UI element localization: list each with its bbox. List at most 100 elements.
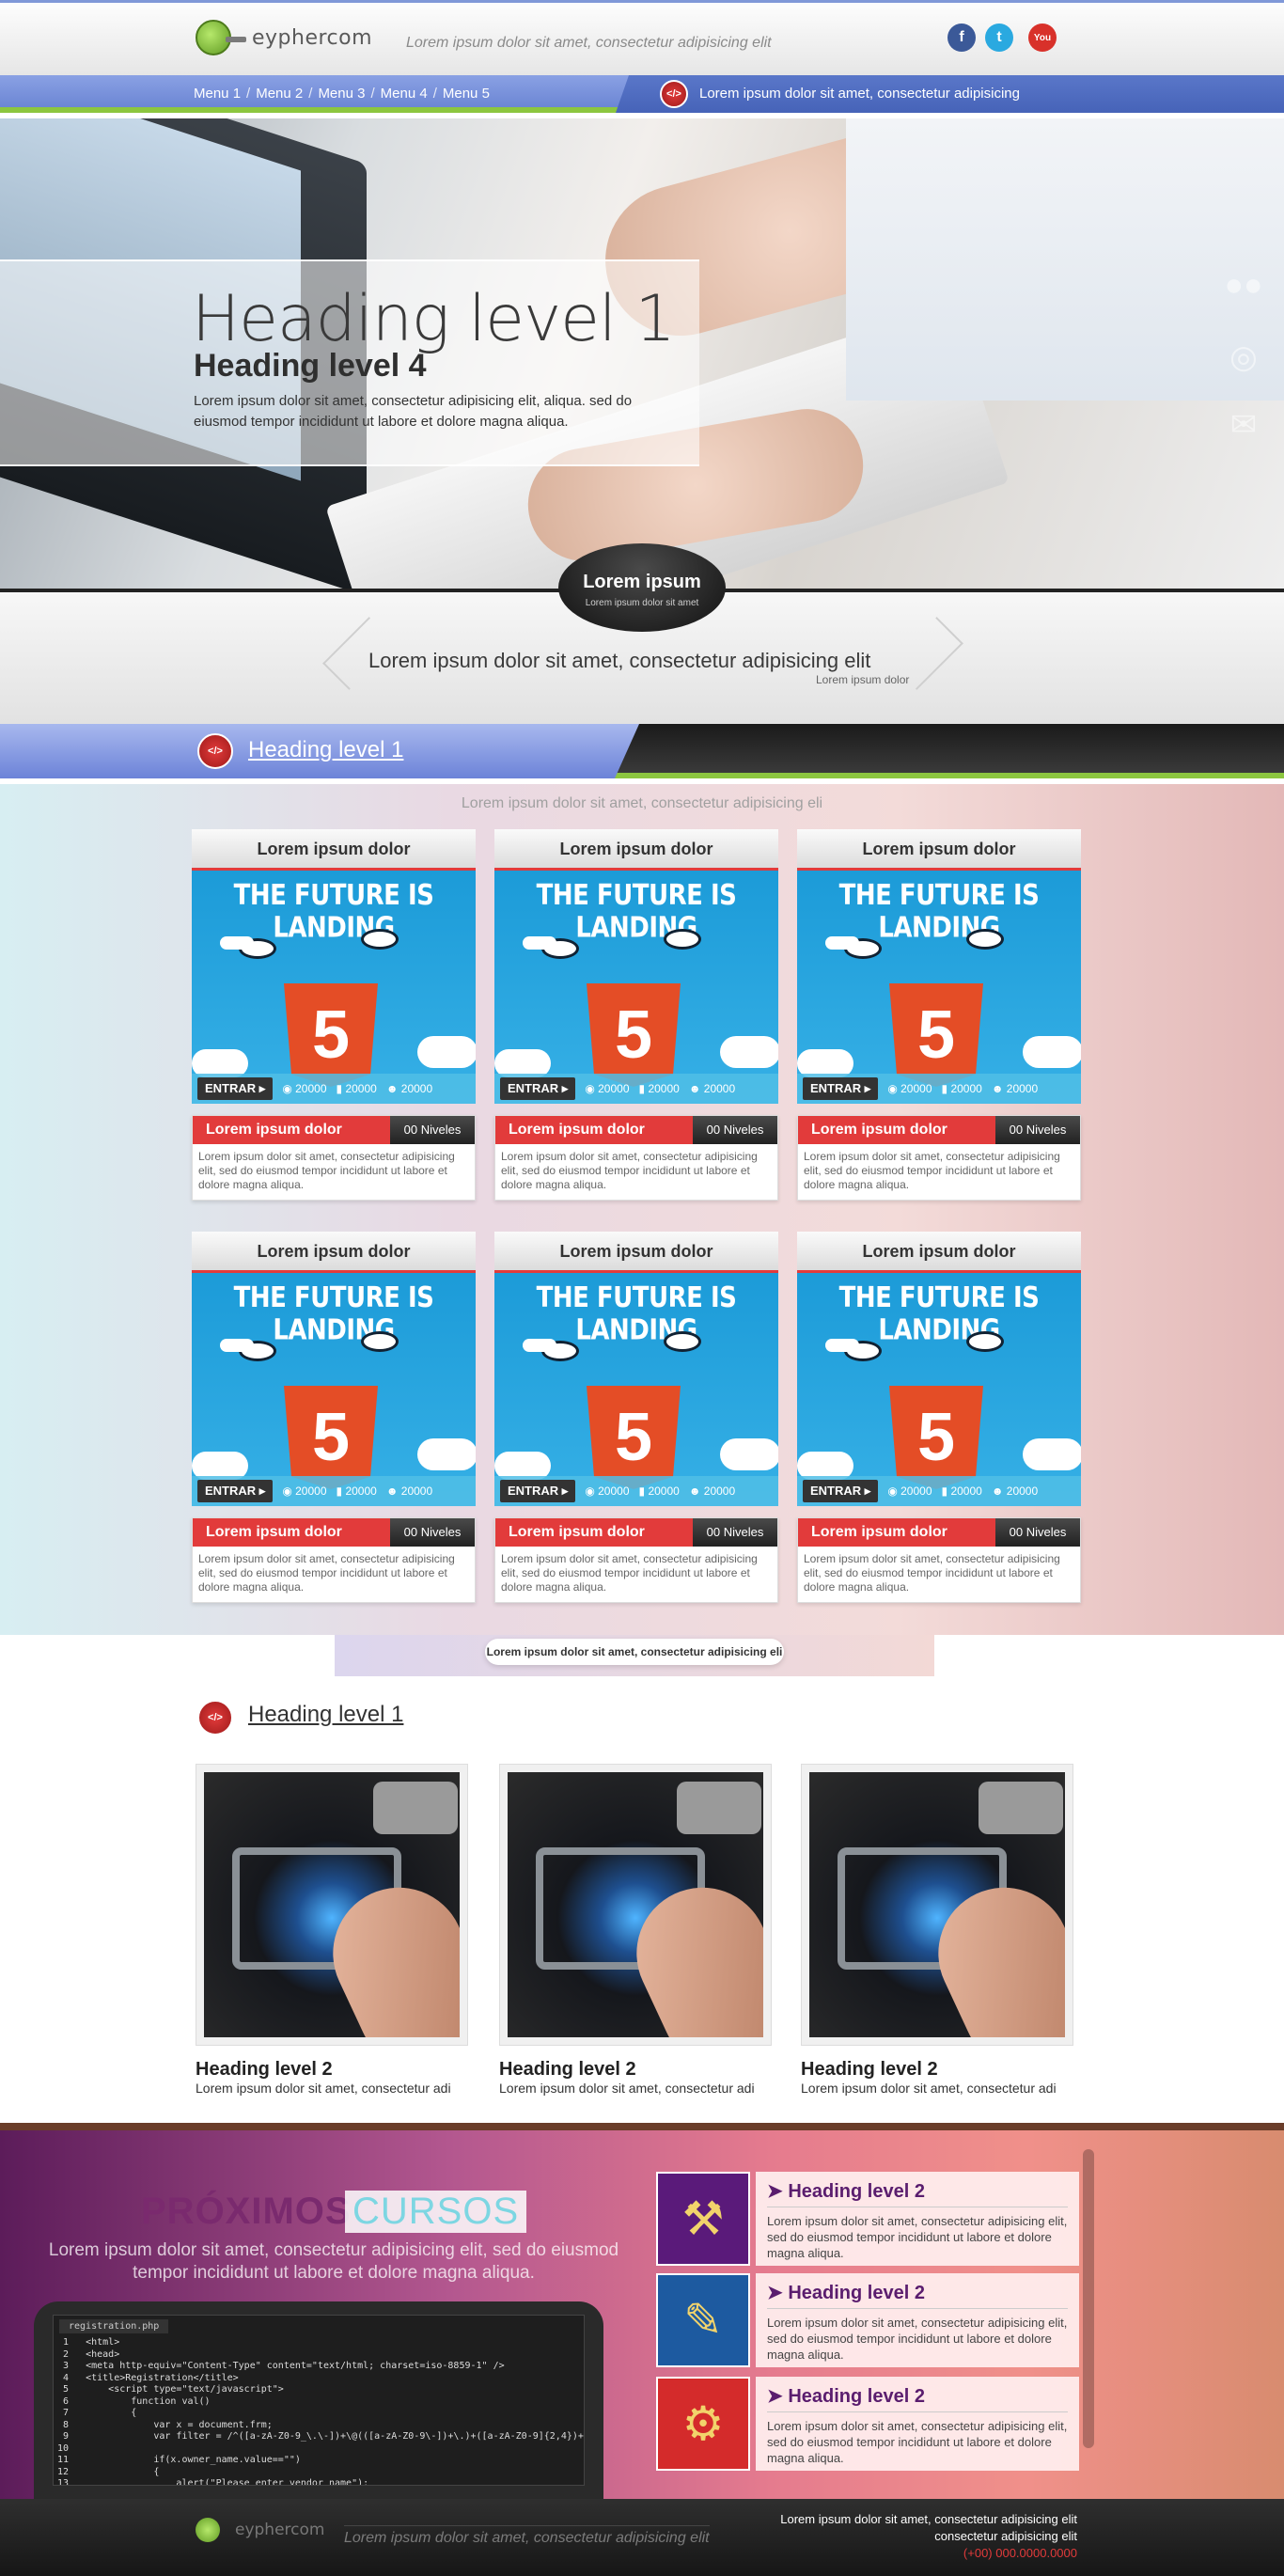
views-count: ◉ 20000 — [282, 1484, 327, 1498]
course-item[interactable]: ⚒ ➤ Heading level 2 Lorem ipsum dolor si… — [656, 2172, 1079, 2266]
cloud-icon — [825, 936, 859, 950]
helicopter-icon — [966, 929, 1004, 950]
editor-tab[interactable]: registration.php — [59, 2319, 169, 2333]
course-card: Lorem ipsum dolor THE FUTURE IS LANDING … — [797, 829, 1081, 1201]
card-image[interactable]: THE FUTURE IS LANDING 5 ENTRAR ▸ ◉ 20000… — [494, 871, 778, 1104]
main-nav: Menu 1 / Menu 2 / Menu 3 / Menu 4 / Menu… — [0, 75, 1284, 113]
course-card: Lorem ipsum dolor THE FUTURE IS LANDING … — [494, 1232, 778, 1603]
card-banner: THE FUTURE IS LANDING — [536, 879, 737, 945]
section1-title[interactable]: Heading level 1 — [248, 737, 403, 763]
helicopter-icon — [966, 1331, 1004, 1352]
course-item[interactable]: ⚙ ➤ Heading level 2 Lorem ipsum dolor si… — [656, 2377, 1079, 2471]
card-stats-bar: ENTRAR ▸ ◉ 20000 ▮ 20000 ☻ 20000 — [494, 1074, 778, 1104]
cloud-icon — [523, 1339, 556, 1352]
card-image[interactable]: THE FUTURE IS LANDING 5 ENTRAR ▸ ◉ 20000… — [192, 1273, 476, 1506]
key-icon — [196, 20, 246, 55]
card-image[interactable]: THE FUTURE IS LANDING 5 ENTRAR ▸ ◉ 20000… — [192, 871, 476, 1104]
card-stats-bar: ENTRAR ▸ ◉ 20000 ▮ 20000 ☻ 20000 — [797, 1074, 1081, 1104]
levels-badge: 00 Niveles — [693, 1116, 777, 1144]
card-info-title[interactable]: Lorem ipsum dolor — [798, 1518, 995, 1547]
card-info-title[interactable]: Lorem ipsum dolor — [193, 1518, 390, 1547]
courses-scrollbar[interactable] — [1083, 2149, 1094, 2448]
key-icon — [196, 2518, 220, 2542]
site-header: eyphercom Lorem ipsum dolor sit amet, co… — [0, 0, 1284, 75]
feature-item: Heading level 2 Lorem ipsum dolor sit am… — [499, 1764, 772, 2096]
users-icon[interactable]: ●● — [1222, 267, 1265, 305]
card-banner: THE FUTURE IS LANDING — [233, 1281, 434, 1347]
card-title[interactable]: Lorem ipsum dolor — [494, 1232, 778, 1273]
cloud-icon — [1023, 1036, 1081, 1068]
enter-button[interactable]: ENTRAR ▸ — [803, 1077, 879, 1100]
enter-button[interactable]: ENTRAR ▸ — [197, 1077, 274, 1100]
card-title[interactable]: Lorem ipsum dolor — [797, 829, 1081, 871]
footer-phone[interactable]: (+00) 000.0000.0000 — [963, 2546, 1077, 2560]
card-title[interactable]: Lorem ipsum dolor — [192, 829, 476, 871]
views-count: ◉ 20000 — [282, 1082, 327, 1095]
card-info-title[interactable]: Lorem ipsum dolor — [495, 1116, 693, 1144]
course-card: Lorem ipsum dolor THE FUTURE IS LANDING … — [797, 1232, 1081, 1603]
card-info-text: Lorem ipsum dolor sit amet, consectetur … — [501, 1150, 758, 1191]
menu-item-3[interactable]: Menu 3 — [318, 86, 365, 102]
menu-item-1[interactable]: Menu 1 — [194, 86, 241, 102]
course-card: Lorem ipsum dolor THE FUTURE IS LANDING … — [192, 829, 476, 1201]
editor-code: 1 <html> 2 <head> 3 <meta http-equiv="Co… — [57, 2337, 585, 2486]
twitter-icon[interactable]: t — [985, 24, 1013, 52]
enter-button[interactable]: ENTRAR ▸ — [197, 1480, 274, 1502]
feature-heading[interactable]: Heading level 2 — [801, 2059, 1073, 2081]
cloud-icon — [825, 1339, 859, 1352]
cloud-icon — [720, 1438, 778, 1470]
card-title[interactable]: Lorem ipsum dolor — [192, 1232, 476, 1273]
wifi-icon[interactable]: ◎ — [1222, 338, 1265, 376]
card-info-title[interactable]: Lorem ipsum dolor — [798, 1116, 995, 1144]
menu-item-2[interactable]: Menu 2 — [256, 86, 303, 102]
levels-badge: 00 Niveles — [693, 1518, 777, 1547]
feature-item: Heading level 2 Lorem ipsum dolor sit am… — [196, 1764, 468, 2096]
mail-icon[interactable]: ✉ — [1222, 406, 1265, 444]
course-item[interactable]: ✎ ➤ Heading level 2 Lorem ipsum dolor si… — [656, 2273, 1079, 2367]
enter-button[interactable]: ENTRAR ▸ — [500, 1077, 576, 1100]
section2-title[interactable]: Heading level 1 — [248, 1702, 403, 1728]
enter-button[interactable]: ENTRAR ▸ — [803, 1480, 879, 1502]
course-heading[interactable]: ➤ Heading level 2 — [767, 2281, 1068, 2309]
course-heading[interactable]: ➤ Heading level 2 — [767, 2384, 1068, 2412]
card-title[interactable]: Lorem ipsum dolor — [797, 1232, 1081, 1273]
laptop-editor: registration.php 1 <html> 2 <head> 3 <me… — [34, 2301, 603, 2499]
card-title[interactable]: Lorem ipsum dolor — [494, 829, 778, 871]
card-info-text: Lorem ipsum dolor sit amet, consectetur … — [198, 1552, 455, 1594]
card-info-title[interactable]: Lorem ipsum dolor — [193, 1116, 390, 1144]
cloud-icon — [1023, 1438, 1081, 1470]
card-image[interactable]: THE FUTURE IS LANDING 5 ENTRAR ▸ ◉ 20000… — [797, 1273, 1081, 1506]
feature-image[interactable] — [801, 1764, 1073, 2046]
card-banner: THE FUTURE IS LANDING — [536, 1281, 737, 1347]
menu-item-5[interactable]: Menu 5 — [443, 86, 490, 102]
feature-image[interactable] — [499, 1764, 772, 2046]
card-info-text: Lorem ipsum dolor sit amet, consectetur … — [804, 1150, 1060, 1191]
helicopter-icon — [664, 929, 701, 950]
views-count: ◉ 20000 — [585, 1082, 630, 1095]
chat-bubble-icon — [677, 1782, 761, 1834]
slider-subtext: Lorem ipsum dolor — [816, 673, 910, 686]
feature-image[interactable] — [196, 1764, 468, 2046]
menu-item-4[interactable]: Menu 4 — [381, 86, 428, 102]
card-image[interactable]: THE FUTURE IS LANDING 5 ENTRAR ▸ ◉ 20000… — [797, 871, 1081, 1104]
feature-heading[interactable]: Heading level 2 — [196, 2059, 468, 2081]
enter-button[interactable]: ENTRAR ▸ — [500, 1480, 576, 1502]
html5-logo: 5 — [889, 1386, 983, 1489]
youtube-icon[interactable]: You — [1028, 24, 1057, 52]
slider-pill[interactable]: Lorem ipsum Lorem ipsum dolor sit amet — [558, 543, 726, 632]
feature-heading[interactable]: Heading level 2 — [499, 2059, 772, 2081]
course-heading[interactable]: ➤ Heading level 2 — [767, 2179, 1068, 2207]
users-count: ☻ 20000 — [385, 1484, 433, 1498]
courses-title-a: PRÓXIMOS — [141, 2191, 352, 2232]
card-info-title[interactable]: Lorem ipsum dolor — [495, 1518, 693, 1547]
card-image[interactable]: THE FUTURE IS LANDING 5 ENTRAR ▸ ◉ 20000… — [494, 1273, 778, 1506]
card-stats-bar: ENTRAR ▸ ◉ 20000 ▮ 20000 ☻ 20000 — [494, 1476, 778, 1506]
card-info: Lorem ipsum dolor 00 Niveles Lorem ipsum… — [192, 1115, 476, 1201]
site-logo[interactable]: eyphercom — [196, 14, 372, 61]
html5-logo: 5 — [284, 1386, 378, 1489]
users-count: ☻ 20000 — [688, 1082, 736, 1095]
footer-logo[interactable]: eyphercom — [196, 2518, 324, 2542]
facebook-icon[interactable]: f — [947, 24, 976, 52]
grid-footer-pill[interactable]: Lorem ipsum dolor sit amet, consectetur … — [485, 1639, 784, 1665]
feature-text: Lorem ipsum dolor sit amet, consectetur … — [801, 2081, 1057, 2096]
